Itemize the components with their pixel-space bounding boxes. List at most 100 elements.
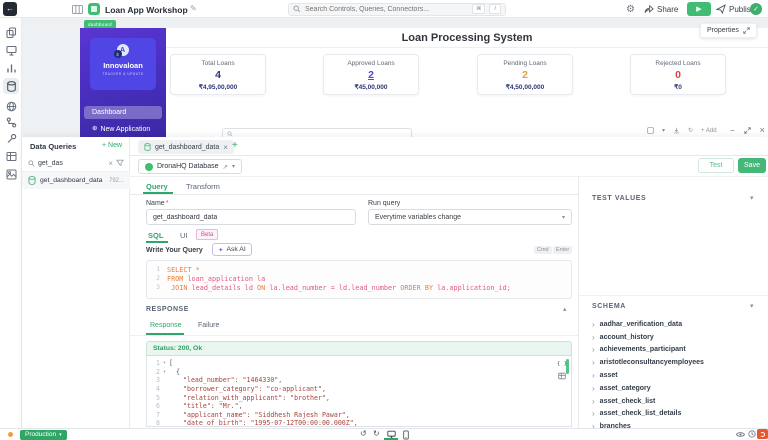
queries-search-input[interactable]	[38, 159, 106, 167]
connector-select[interactable]: DronaHQ Database ↗ ▾	[138, 159, 242, 174]
new-query-button[interactable]: + New	[102, 142, 122, 149]
write-query-label: Write Your Query	[146, 247, 203, 254]
schema-item[interactable]: › asset_check_list	[592, 395, 762, 408]
test-values-collapse-icon[interactable]: ▾	[750, 194, 754, 202]
production-caret-icon: ▾	[59, 431, 62, 438]
schema-item[interactable]: › asset_category	[592, 382, 762, 395]
schema-item[interactable]: › asset	[592, 369, 762, 382]
beta-badge: Beta	[196, 229, 219, 240]
rail-automation-icon[interactable]	[3, 114, 19, 130]
external-link-icon[interactable]: ↗	[222, 163, 227, 171]
nav-dashboard-button[interactable]: Dashboard	[84, 106, 162, 119]
chevron-right-icon: ›	[592, 332, 595, 342]
sql-editor[interactable]: 1 SELECT * 2 FROM loan_application la 3 …	[146, 260, 572, 299]
global-search[interactable]: ⌘ /	[288, 2, 506, 16]
layout-icon[interactable]	[647, 127, 654, 134]
rail-pages-icon[interactable]	[3, 24, 19, 40]
app-logo-card: A $ Innovaloan TRACKER & UPDATE	[90, 38, 156, 90]
required-mark: *	[165, 200, 169, 207]
close-icon[interactable]: ×	[760, 125, 765, 135]
redo-icon[interactable]: ↻	[373, 429, 380, 438]
mobile-view-icon[interactable]	[403, 430, 409, 440]
tab-transform-label: Transform	[186, 181, 220, 191]
rail-media-icon[interactable]	[3, 166, 19, 182]
schema-item[interactable]: › account_history	[592, 331, 762, 344]
rail-screens-icon[interactable]	[3, 42, 19, 58]
properties-button[interactable]: Properties	[700, 23, 757, 38]
search-icon	[293, 5, 301, 13]
screen-tab-badge[interactable]: dashboard	[84, 20, 116, 28]
account-status-badge[interactable]: ✓	[750, 3, 762, 15]
ask-ai-button[interactable]: ✦ Ask AI	[212, 243, 252, 256]
minimize-icon[interactable]: −	[730, 126, 735, 135]
app-icon-tile	[88, 3, 100, 15]
preview-run-button[interactable]: ▶	[687, 2, 711, 16]
chevron-right-icon: ›	[592, 319, 595, 329]
tab-sql[interactable]: SQL	[148, 231, 163, 240]
production-button[interactable]: Production ▾	[20, 429, 67, 440]
apps-grid-icon[interactable]	[72, 5, 83, 14]
app-search-input[interactable]	[222, 128, 412, 137]
settings-gear-icon[interactable]: ⚙	[626, 4, 635, 15]
back-button[interactable]: ←	[3, 2, 17, 16]
save-button[interactable]: Save	[738, 158, 766, 173]
stat-value: 2	[368, 69, 374, 81]
history-icon[interactable]	[748, 430, 756, 438]
brand-logo-tile[interactable]	[757, 428, 768, 440]
stat-card-rejected: Rejected Loans 0 ₹0	[630, 54, 726, 95]
name-input-field[interactable]	[153, 213, 349, 221]
beautify-braces-icon[interactable]: { }	[557, 361, 567, 367]
add-control-button[interactable]: + Add	[701, 128, 717, 134]
maximize-icon[interactable]	[743, 126, 751, 134]
tab-failure[interactable]: Failure	[198, 322, 219, 329]
refresh-icon[interactable]: ↻	[688, 127, 693, 134]
query-list-item[interactable]: get_dashboard_data 792...	[22, 172, 130, 189]
rail-queries-icon[interactable]	[3, 78, 19, 94]
response-collapse-icon[interactable]: ▴	[563, 305, 567, 313]
tab-transform[interactable]: Transform	[186, 178, 220, 194]
schema-item[interactable]: › aristotleconsultancyemployees	[592, 356, 762, 369]
nav-new-application-button[interactable]: ⊕ New Application	[84, 123, 162, 135]
env-dot	[8, 431, 13, 437]
name-input[interactable]	[146, 209, 356, 225]
stat-label: Pending Loans	[503, 60, 547, 67]
new-tab-button[interactable]: +	[232, 140, 238, 151]
schema-item[interactable]: › asset_check_list_details	[592, 408, 762, 421]
rail-endpoints-icon[interactable]	[3, 98, 19, 114]
response-header: RESPONSE	[146, 306, 189, 313]
schema-item[interactable]: › branches	[592, 420, 762, 428]
undo-icon[interactable]: ↺	[360, 429, 367, 438]
stat-value: 2	[522, 69, 528, 81]
share-button[interactable]: Share	[644, 3, 678, 15]
edit-title-icon[interactable]: ✎	[190, 4, 197, 13]
query-tab[interactable]: get_dashboard_data ×	[138, 140, 234, 154]
schema-collapse-icon[interactable]: ▾	[750, 302, 754, 310]
schema-item[interactable]: › achievements_participant	[592, 344, 762, 357]
json-line: 6 "title": "Mr.",	[156, 402, 243, 411]
clear-search-icon[interactable]: ×	[108, 159, 113, 168]
fold-icon[interactable]: ▾	[160, 369, 169, 375]
app-logo-tagline: TRACKER & UPDATE	[102, 72, 144, 76]
schema-item[interactable]: › aadhar_verification_data	[592, 318, 762, 331]
tab-ui[interactable]: UI	[180, 231, 188, 240]
collapse-icon[interactable]: ▾	[662, 127, 665, 134]
rail-tools-icon[interactable]	[3, 130, 19, 146]
status-banner: Status: 200, Ok	[146, 341, 572, 356]
json-viewer[interactable]: 1 ▾ [ 2 ▾ { 3 "lead_number": "1464330", 4…	[146, 356, 572, 427]
run-query-select[interactable]: Everytime variables change ▾	[368, 209, 572, 225]
rail-controls-icon[interactable]	[3, 60, 19, 76]
name-label: Name*	[146, 200, 169, 207]
stat-label: Rejected Loans	[655, 60, 701, 67]
table-view-icon[interactable]	[558, 372, 566, 380]
query-db-icon	[28, 176, 36, 185]
test-button[interactable]: Test	[698, 158, 734, 173]
filter-icon[interactable]	[116, 159, 124, 167]
preview-eye-icon[interactable]	[736, 431, 745, 438]
queries-search[interactable]: ×	[22, 155, 130, 172]
download-icon[interactable]	[673, 127, 680, 134]
global-search-input[interactable]	[305, 5, 468, 13]
tab-close-icon[interactable]: ×	[223, 143, 228, 152]
fold-icon[interactable]: ▾	[160, 360, 169, 366]
tab-response[interactable]: Response	[150, 322, 182, 329]
rail-tables-icon[interactable]	[3, 148, 19, 164]
